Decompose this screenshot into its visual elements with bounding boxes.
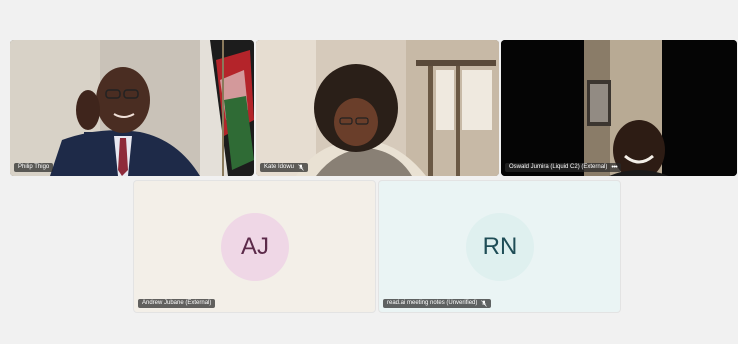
participant-name-tag: Andrew Jubane (External) — [138, 299, 216, 308]
participant-name: read.ai meeting notes (Unverified) — [387, 300, 478, 306]
participant-name-tag: Kate Idowu — [260, 163, 309, 172]
participant-name: Oswald Jumira (Liquid C2) (External) — [509, 164, 608, 170]
participant-name-tag: read.ai meeting notes (Unverified) — [383, 299, 492, 308]
video-tile-philip-thigo[interactable]: Philip Thigo — [10, 40, 254, 176]
participant-name-tag: Oswald Jumira (Liquid C2) (External) ••• — [505, 163, 622, 172]
video-tile-kate-idowu[interactable]: Kate Idowu — [256, 40, 499, 176]
participant-name: Andrew Jubane (External) — [142, 300, 212, 306]
avatar: AJ — [221, 213, 289, 281]
avatar-tile-andrew-jubane[interactable]: AJ Andrew Jubane (External) — [133, 180, 376, 313]
avatar-initials: AJ — [240, 233, 269, 260]
avatar: RN — [466, 213, 534, 281]
avatar-initials: RN — [482, 233, 518, 260]
participant-name: Philip Thigo — [18, 164, 50, 170]
avatar-tile-read-ai[interactable]: RN read.ai meeting notes (Unverified) — [378, 180, 621, 313]
participant-name-tag: Philip Thigo — [14, 163, 54, 172]
video-feed — [10, 40, 254, 176]
video-feed — [256, 40, 499, 176]
more-options-icon[interactable]: ••• — [611, 164, 617, 171]
video-tile-oswald-jumira[interactable]: Oswald Jumira (Liquid C2) (External) ••• — [501, 40, 737, 176]
participant-name: Kate Idowu — [264, 164, 295, 170]
meeting-grid: Philip Thigo Kate Idowu Oswald Jumira (L… — [0, 0, 738, 344]
mic-off-icon — [298, 164, 304, 171]
mic-off-icon — [481, 300, 488, 307]
video-feed — [501, 40, 737, 176]
